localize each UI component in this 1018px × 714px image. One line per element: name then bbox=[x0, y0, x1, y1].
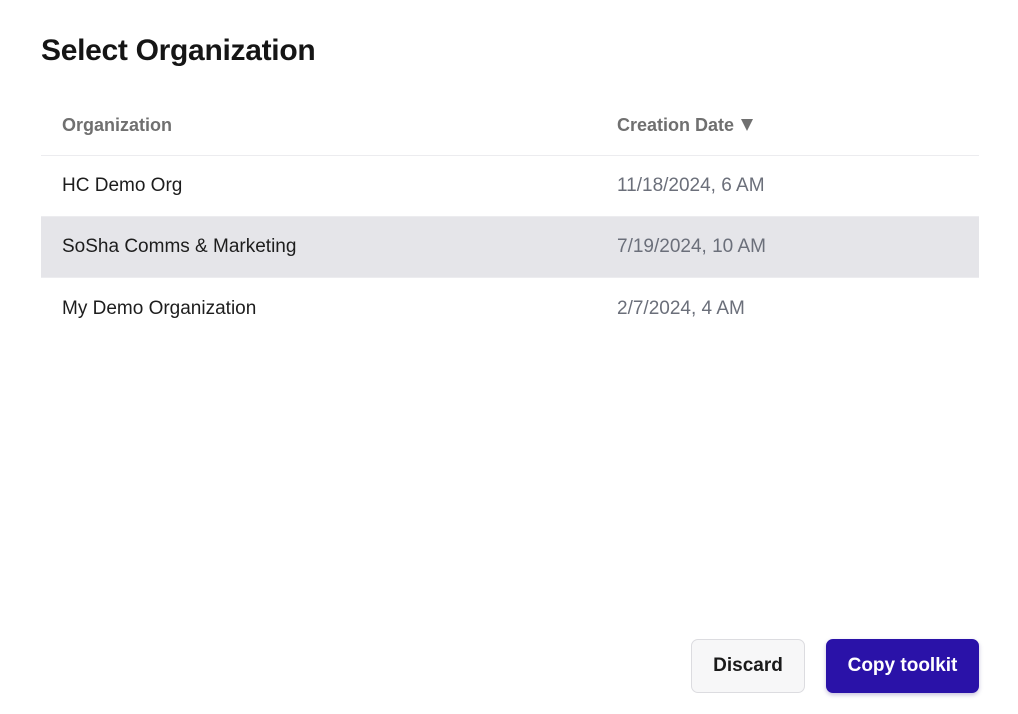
creation-date: 2/7/2024, 4 AM bbox=[617, 297, 745, 319]
table-row[interactable]: SoSha Comms & Marketing 7/19/2024, 10 AM bbox=[41, 217, 979, 278]
creation-date: 7/19/2024, 10 AM bbox=[617, 236, 766, 257]
organization-name: My Demo Organization bbox=[62, 297, 257, 319]
discard-button[interactable]: Discard bbox=[691, 639, 805, 693]
column-header-creation-date-label: Creation Date bbox=[617, 114, 735, 135]
select-organization-dialog: Select Organization Organization Creatio… bbox=[0, 0, 1018, 714]
table-header: Organization Creation Date bbox=[41, 95, 979, 156]
table-row[interactable]: My Demo Organization 2/7/2024, 4 AM bbox=[41, 278, 979, 339]
table-row[interactable]: HC Demo Org 11/18/2024, 6 AM bbox=[41, 156, 979, 217]
creation-date: 11/18/2024, 6 AM bbox=[617, 175, 765, 196]
sort-descending-icon[interactable] bbox=[741, 119, 754, 131]
organization-table: Organization Creation Date HC Demo Org 1… bbox=[41, 95, 979, 339]
page-title: Select Organization bbox=[41, 34, 316, 67]
organization-name: SoSha Comms & Marketing bbox=[62, 236, 297, 257]
organization-name: HC Demo Org bbox=[62, 175, 183, 196]
column-header-creation-date[interactable]: Creation Date bbox=[617, 115, 979, 136]
copy-toolkit-button[interactable]: Copy toolkit bbox=[826, 639, 979, 693]
column-header-organization-label: Organization bbox=[62, 114, 173, 135]
column-header-organization[interactable]: Organization bbox=[41, 115, 617, 136]
